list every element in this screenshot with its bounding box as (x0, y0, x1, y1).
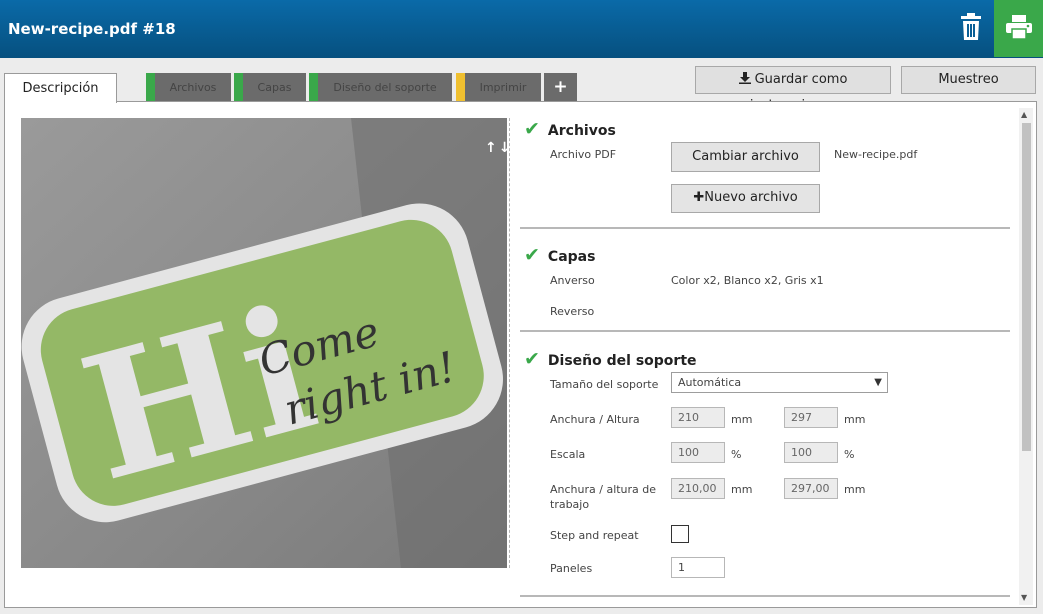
width-height-label: Anchura / Altura (550, 413, 640, 426)
media-size-select[interactable]: Automática ▼ (671, 372, 888, 393)
tab-label: Archivos (169, 81, 217, 94)
panels-field[interactable]: 1 (671, 557, 725, 578)
tab-status-ok (146, 73, 155, 102)
download-icon (738, 72, 751, 84)
sort-arrows-icon[interactable]: ↑↓ (485, 140, 507, 156)
print-button[interactable] (994, 0, 1043, 57)
step-repeat-checkbox[interactable] (671, 525, 689, 543)
front-layers-value: Color x2, Blanco x2, Gris x1 (671, 274, 824, 287)
add-tab-button[interactable]: + (544, 73, 577, 102)
scroll-up-icon[interactable]: ▲ (1021, 110, 1027, 119)
work-height-field[interactable]: 297,00 (784, 478, 838, 499)
chevron-down-icon: ▼ (874, 377, 882, 388)
panels-label: Paneles (550, 562, 593, 575)
plus-icon: ✚ (693, 190, 705, 205)
tab-label: Imprimir (479, 81, 527, 94)
step-repeat-label: Step and repeat (550, 529, 639, 542)
window-title: New-recipe.pdf #18 (8, 20, 176, 38)
tab-diseno-soporte[interactable]: Diseño del soporte (309, 73, 452, 102)
front-label: Anverso (550, 274, 595, 287)
change-file-button[interactable]: Cambiar archivo (671, 142, 820, 172)
checkmark-icon: ✔ (524, 118, 540, 140)
work-width-unit: mm (731, 483, 753, 496)
tab-label: Capas (257, 81, 292, 94)
tab-imprimir[interactable]: Imprimir (456, 73, 541, 102)
document-preview[interactable]: Hi Come right in! ↑↓ (21, 118, 507, 568)
section-capas-header: ✔ Capas (524, 244, 595, 266)
pdf-filename: New-recipe.pdf (834, 148, 918, 161)
media-size-value: Automática (678, 376, 742, 389)
section-divider (520, 595, 1010, 597)
tab-status-ok (234, 73, 243, 102)
checkmark-icon: ✔ (524, 244, 540, 266)
new-file-button[interactable]: ✚Nuevo archivo (671, 184, 820, 213)
work-size-label-line1: Anchura / altura de (550, 483, 657, 496)
tab-label: Diseño del soporte (333, 81, 437, 94)
preview-image: Hi Come right in! (21, 118, 507, 568)
settings-pane: ✔ Archivos Archivo PDF Cambiar archivo Ne… (520, 102, 1015, 607)
app-header: New-recipe.pdf #18 (0, 0, 1043, 58)
save-as-instructions-button[interactable]: Guardar como instrucciones (695, 66, 891, 113)
tab-status-warning (456, 73, 465, 102)
section-diseno-header: ✔ Diseño del soporte (524, 348, 697, 370)
scrollbar-thumb[interactable] (1022, 123, 1031, 451)
scale-x-unit: % (731, 448, 742, 461)
sample-button[interactable]: Muestreo (901, 66, 1036, 94)
trash-icon[interactable] (958, 13, 984, 41)
scroll-down-icon[interactable]: ▼ (1021, 593, 1027, 602)
scale-y-unit: % (844, 448, 855, 461)
section-archivos-header: ✔ Archivos (524, 118, 616, 140)
section-title: Capas (547, 249, 596, 265)
checkmark-icon: ✔ (524, 348, 540, 370)
tab-capas[interactable]: Capas (234, 73, 306, 102)
work-size-label-line2: trabajo (550, 498, 590, 511)
main-panel: Hi Come right in! ↑↓ ✔ Archivos Archivo P… (4, 101, 1037, 608)
new-file-label: Nuevo archivo (704, 190, 798, 205)
scale-x-field[interactable]: 100 (671, 442, 725, 463)
tab-status-ok (309, 73, 318, 102)
pane-divider (509, 118, 510, 568)
height-field[interactable]: 297 (784, 407, 838, 428)
scale-y-field[interactable]: 100 (784, 442, 838, 463)
pdf-file-label: Archivo PDF (550, 148, 617, 161)
height-unit: mm (844, 413, 866, 426)
back-label: Reverso (550, 305, 595, 318)
section-divider (520, 227, 1010, 229)
section-title: Archivos (547, 123, 616, 139)
work-width-field[interactable]: 210,00 (671, 478, 725, 499)
section-divider (520, 330, 1010, 332)
section-title: Diseño del soporte (547, 353, 697, 369)
width-field[interactable]: 210 (671, 407, 725, 428)
scale-label: Escala (550, 448, 586, 461)
printer-icon (1006, 15, 1032, 39)
tab-archivos[interactable]: Archivos (146, 73, 231, 102)
width-unit: mm (731, 413, 753, 426)
vertical-scrollbar[interactable]: ▲ ▼ (1019, 108, 1033, 605)
tab-descripcion[interactable]: Descripción (4, 73, 117, 103)
media-size-label: Tamaño del soporte (550, 378, 659, 391)
work-height-unit: mm (844, 483, 866, 496)
